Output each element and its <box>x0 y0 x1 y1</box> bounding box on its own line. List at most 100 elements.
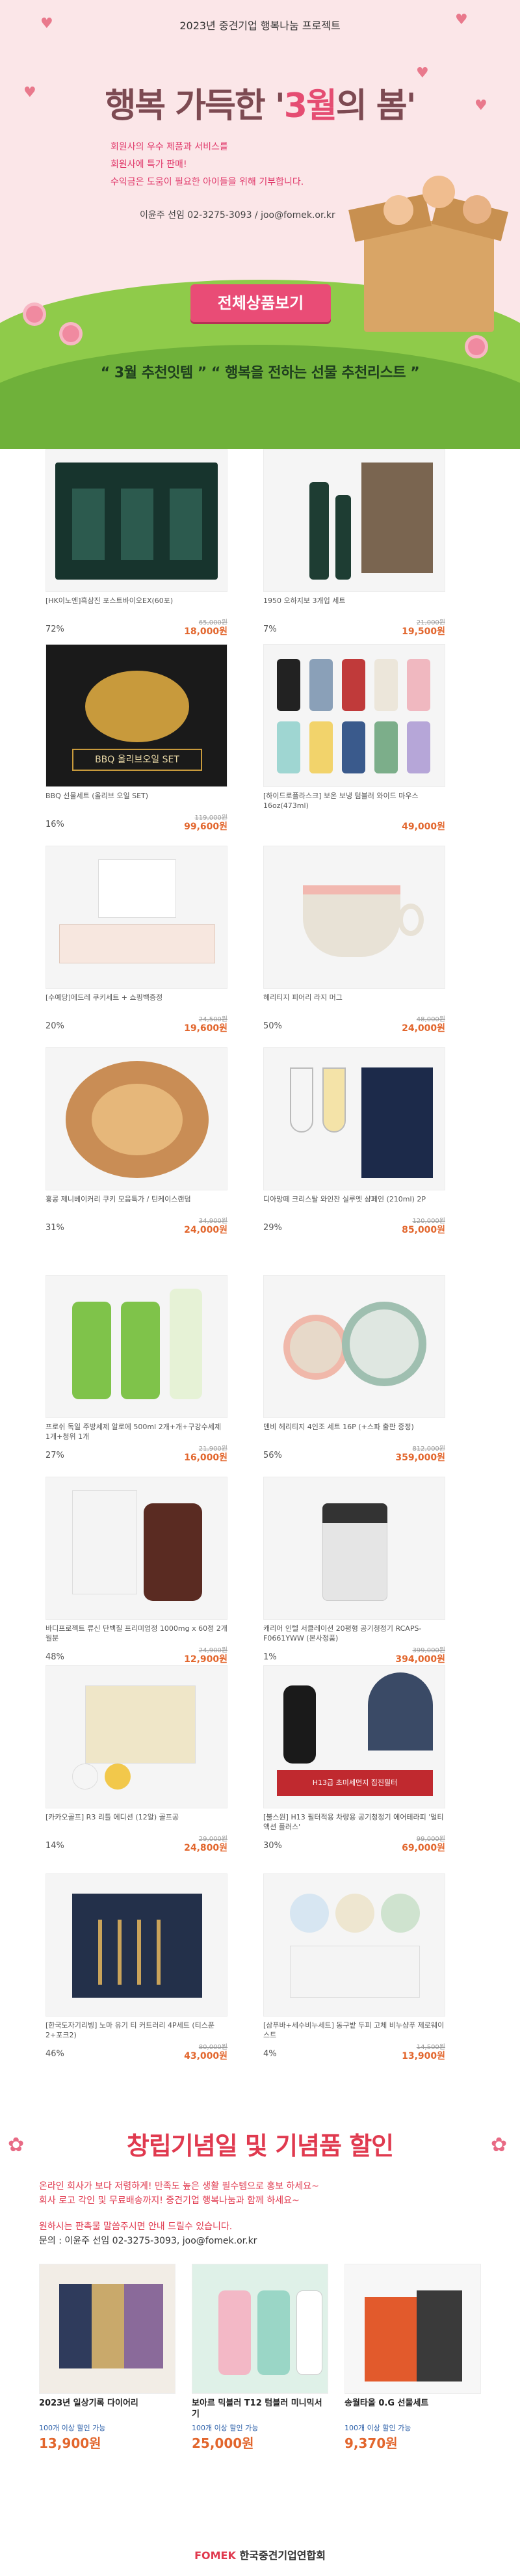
grass-hill-front <box>0 345 520 449</box>
sale-price: 85,000원 <box>402 1225 445 1235</box>
anniversary-title: 창립기념일 및 기념품 할인 <box>126 2132 394 2160</box>
recommend-headline: “ 3월 추천잇템 ” “ 행복을 전하는 선물 추천리스트 ” <box>100 365 420 381</box>
contact-info: 이윤주 선임 02-3275-3093 / joo@fomek.or.kr <box>140 210 335 221</box>
product-image[interactable] <box>46 846 228 989</box>
discount-percent: 16% <box>46 820 64 829</box>
sale-price: 19,600원 <box>184 1023 228 1034</box>
view-all-products-button[interactable]: 전체상품보기 <box>190 284 331 322</box>
anniversary-section: ✿ ✿ 창립기념일 및 기념품 할인 온라인 회사가 보다 저렴하게! 만족도 … <box>0 2114 520 2576</box>
product-image[interactable]: H13급 초미세먼지 집진필터 <box>263 1665 445 1808</box>
footer-brand: FOMEK <box>194 2549 236 2562</box>
sale-price: 394,000원 <box>395 1654 445 1665</box>
discount-percent: 72% <box>46 624 64 634</box>
flower-icon <box>468 338 485 355</box>
product-image[interactable] <box>263 1873 445 2017</box>
anniversary-description: 온라인 회사가 보다 저렴하게! 만족도 높은 생활 필수템으로 홍보 하세요~… <box>39 2179 481 2248</box>
product-name: BBQ 선물세트 (올리브 오일 SET) <box>46 792 149 800</box>
promo-item[interactable]: 송월타올 0.G 선물세트 100개 이상 할인 가능 9,370원 <box>344 2264 481 2452</box>
sale-price: 99,600원 <box>184 822 228 832</box>
product-card[interactable]: 헤리티지 피어리 라지 머그 50% 48,000원 24,000원 <box>263 846 445 1038</box>
product-card[interactable]: H13급 초미세먼지 집진필터 [불스원] H13 필터적용 차량용 공기청정기… <box>263 1665 445 1858</box>
product-card[interactable]: 프로쉬 독일 주방세제 알로에 500ml 2개+개+구강수세제 1개+청위 1… <box>46 1275 228 1468</box>
promo-item-price: 13,900원 <box>39 2435 101 2451</box>
promo-item-image[interactable] <box>344 2264 481 2394</box>
product-image[interactable] <box>46 1665 228 1808</box>
product-image[interactable] <box>46 1873 228 2017</box>
sale-price: 18,000원 <box>184 626 228 637</box>
description-note: 원하시는 판촉물 말씀주시면 안내 드릴수 있습니다. <box>39 2221 233 2232</box>
promo-item-moq: 100개 이상 할인 가능 <box>39 2424 106 2432</box>
product-image[interactable] <box>46 1047 228 1190</box>
product-image[interactable] <box>263 644 445 787</box>
promo-item-moq: 100개 이상 할인 가능 <box>344 2424 411 2432</box>
product-image[interactable] <box>46 1477 228 1620</box>
discount-percent: 4% <box>263 2049 277 2059</box>
promo-item-name: 보아르 믹블러 T12 텀블러 미니믹서기 <box>192 2398 322 2419</box>
product-name: 홍콩 제니베이커리 쿠키 모음특가 / 틴케이스랜덤 <box>46 1195 191 1203</box>
product-card[interactable]: 디아망떼 크리스탈 와인잔 실루엣 샴페인 (210ml) 2P 29% 120,… <box>263 1047 445 1240</box>
bullet-line: 회원사의 우수 제품과 서비스를 <box>110 142 228 152</box>
sale-price: 359,000원 <box>395 1453 445 1463</box>
product-image[interactable]: BBQ 올리브오일 SET <box>46 644 228 787</box>
discount-percent: 46% <box>46 2049 64 2059</box>
discount-percent: 27% <box>46 1451 64 1460</box>
product-name: 디아망떼 크리스탈 와인잔 실루엣 샴페인 (210ml) 2P <box>263 1195 426 1203</box>
product-card[interactable]: [하이드로플라스크] 보온 보냉 텀블러 와이드 마우스 16oz(473ml)… <box>263 644 445 837</box>
product-image[interactable] <box>263 846 445 989</box>
product-name: [삼푸바+세수비누세트] 동구밭 두피 고체 비누샴푸 제로웨이스트 <box>263 2021 445 2039</box>
sale-price: 12,900원 <box>184 1654 228 1665</box>
sale-price: 19,500원 <box>402 626 445 637</box>
promo-item-price: 9,370원 <box>344 2435 398 2451</box>
bullet-line: 회원사에 특가 판매! <box>110 159 187 170</box>
hero-banner: ♥ ♥ ♥ ♥ ♥ 2023년 중견기업 행복나눔 프로젝트 행복 가득한 '3… <box>0 0 520 449</box>
product-name: [한국도자기리빙] 노마 유기 티 커트러리 4P세트 (티스푼2+포크2) <box>46 2021 215 2039</box>
product-card[interactable]: [수예당]에드레 쿠키세트 + 쇼핑백증정 20% 24,500원 19,600원 <box>46 846 228 1038</box>
promo-item-image[interactable] <box>39 2264 176 2394</box>
discount-percent: 7% <box>263 624 277 634</box>
description-line: 회사 로고 각인 및 무료배송까지! 중견기업 행복나눔과 함께 하세요~ <box>39 2195 300 2206</box>
sale-price: 24,000원 <box>402 1023 445 1034</box>
product-card[interactable]: [한국도자기리빙] 노마 유기 티 커트러리 4P세트 (티스푼2+포크2) 4… <box>46 1873 228 2066</box>
product-name: [하이드로플라스크] 보온 보냉 텀블러 와이드 마우스 16oz(473ml) <box>263 792 419 810</box>
product-card[interactable]: 덴비 헤리티지 4인조 세트 16P (+스파 출판 증정) 56% 812,00… <box>263 1275 445 1468</box>
sale-price: 16,000원 <box>184 1453 228 1463</box>
sale-price: 24,800원 <box>184 1843 228 1853</box>
footer-logo: FOMEK 한국중견기업연합회 <box>0 2547 520 2562</box>
product-image[interactable] <box>263 1047 445 1190</box>
product-image[interactable] <box>263 449 445 592</box>
product-card[interactable]: 캐리어 인텔 서클레이션 20평형 공기청정기 RCAPS-F0661YWW (… <box>263 1477 445 1669</box>
discount-percent: 50% <box>263 1021 282 1031</box>
promo-item[interactable]: 2023년 일상기록 다이어리 100개 이상 할인 가능 13,900원 <box>39 2264 176 2452</box>
product-name: [수예당]에드레 쿠키세트 + 쇼핑백증정 <box>46 993 163 1002</box>
discount-percent: 56% <box>263 1451 282 1460</box>
sale-price: 69,000원 <box>402 1843 445 1853</box>
promo-item-name: 2023년 일상기록 다이어리 <box>39 2398 138 2408</box>
page-title: 행복 가득한 '3월의 봄' <box>105 87 416 126</box>
product-card[interactable]: 바디프로젝트 류신 단백질 프리미엄정 1000mg x 60정 2개월분 48… <box>46 1477 228 1669</box>
product-card[interactable]: [삼푸바+세수비누세트] 동구밭 두피 고체 비누샴푸 제로웨이스트 4% 14,… <box>263 1873 445 2066</box>
discount-percent: 14% <box>46 1841 64 1851</box>
product-card[interactable]: 홍콩 제니베이커리 쿠키 모음특가 / 틴케이스랜덤 31% 34,900원 24,… <box>46 1047 228 1240</box>
product-card[interactable]: [HK이노엔]흑삼진 포스트바이오EX(60포) 72% 65,000원 18,00… <box>46 449 228 641</box>
product-card[interactable]: 1950 오하지보 3개입 세트 7% 21,000원 19,500원 <box>263 449 445 641</box>
promo-item-image[interactable] <box>192 2264 328 2394</box>
product-image[interactable] <box>46 1275 228 1418</box>
product-image[interactable] <box>46 449 228 592</box>
kid-illustration <box>463 195 491 224</box>
product-card[interactable]: BBQ 올리브오일 SET BBQ 선물세트 (올리브 오일 SET) 16% 1… <box>46 644 228 837</box>
product-name: 프로쉬 독일 주방세제 알로에 500ml 2개+개+구강수세제 1개+청위 1… <box>46 1423 221 1441</box>
promo-item[interactable]: 보아르 믹블러 T12 텀블러 미니믹서기 100개 이상 할인 가능 25,0… <box>192 2264 328 2452</box>
product-name: 헤리티지 피어리 라지 머그 <box>263 993 343 1002</box>
discount-percent: 30% <box>263 1841 282 1851</box>
discount-percent: 20% <box>46 1021 64 1031</box>
product-name: [카카오골프] R3 리틀 에디션 (12알) 골프공 <box>46 1813 179 1821</box>
product-image[interactable] <box>263 1477 445 1620</box>
bullet-line: 수익금은 도움이 필요한 아이들을 위해 기부합니다. <box>110 177 304 187</box>
discount-percent: 1% <box>263 1652 277 1662</box>
promo-item-name: 송월타올 0.G 선물세트 <box>344 2398 429 2408</box>
product-card[interactable]: [카카오골프] R3 리틀 에디션 (12알) 골프공 14% 29,000원 24… <box>46 1665 228 1858</box>
product-name: 바디프로젝트 류신 단백질 프리미엄정 1000mg x 60정 2개월분 <box>46 1624 228 1643</box>
product-image[interactable] <box>263 1275 445 1418</box>
promo-item-moq: 100개 이상 할인 가능 <box>192 2424 259 2432</box>
sale-price: 24,000원 <box>184 1225 228 1235</box>
